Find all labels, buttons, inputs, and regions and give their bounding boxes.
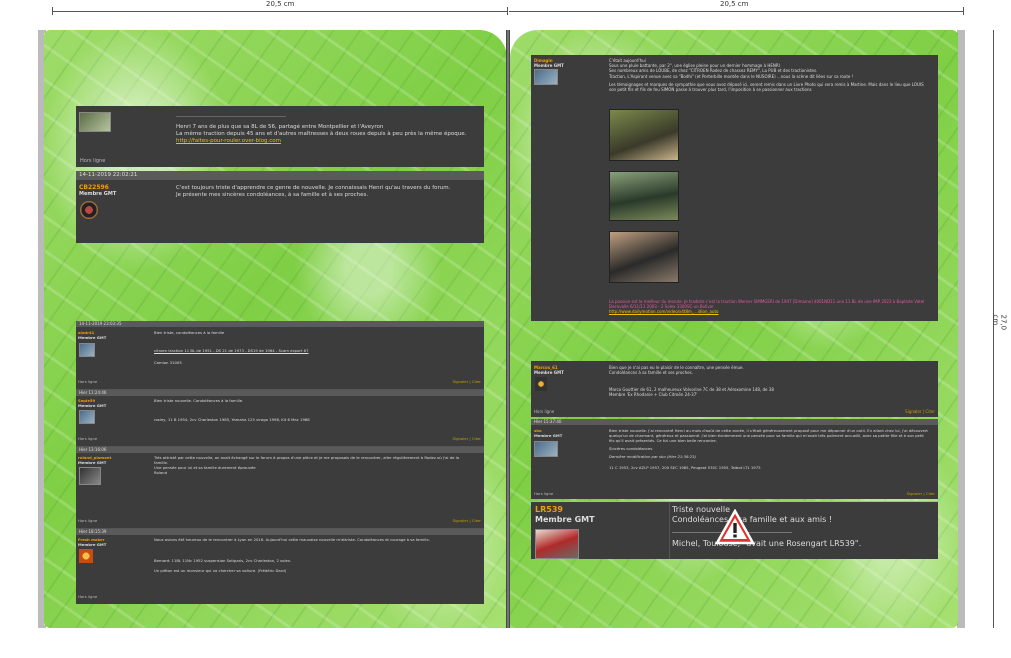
dimension-tick (52, 7, 53, 15)
forum-post-dimagin: Dimagin Membre GMT C'était aujourd'hui S… (531, 55, 938, 321)
book-spine (506, 30, 510, 628)
user-rank: Membre GMT (534, 433, 563, 438)
avatar (79, 112, 111, 132)
online-status: Hors ligne (78, 594, 98, 599)
dimension-label-right: 20,5 cm (720, 0, 749, 8)
report-quote-links[interactable]: Signaler | Citer (907, 491, 935, 497)
message-line: Condoléances à sa famille et aux amis ! (672, 515, 833, 525)
message-line: La même traction depuis 45 ans et d'autr… (176, 131, 467, 138)
message-line: Triste nouvelle (672, 505, 731, 514)
message-line: Roland (154, 469, 167, 475)
avatar (79, 410, 95, 424)
signature-line: 11 C 1953, 2cv AZLP 1957, 200 SEC 1985, … (609, 464, 761, 470)
dimension-tick (507, 7, 508, 15)
dimension-line-right (509, 11, 963, 12)
avatar (80, 201, 98, 219)
post-message: C'est toujours triste d'apprendre ce gen… (176, 185, 476, 199)
user-rank: Membre GMT (534, 370, 564, 375)
post-footer: La passion est le meilleur du monde. Je … (609, 299, 929, 315)
report-quote-links[interactable]: Signaler | Citer (453, 436, 481, 442)
forum-post-marcos: Marcos_61 Membre GMT Bien que je n'ai pa… (531, 361, 938, 417)
forum-post-sbo: Hier 15:37:40 sbo Membre GMT Bien triste… (531, 419, 938, 499)
message-divider (176, 116, 286, 117)
post-message: Henri 7 ans de plus que sa 8L de 56, par… (176, 124, 476, 145)
report-quote-links[interactable]: Signaler | Citer (453, 379, 481, 385)
right-page: Dimagin Membre GMT C'était aujourd'hui S… (510, 30, 958, 628)
message-line: Michel, Toulouse, "avait une Rosengart L… (672, 538, 862, 548)
photo-funeral-car-2 (609, 171, 679, 221)
post-signature: Camion 3100S (154, 360, 182, 365)
post-message: Bien triste nouvelle. Condoléances à la … (154, 398, 244, 403)
user-rank: Membre GMT (535, 515, 595, 524)
message-line: Bien triste nouvelle. J'ai rencontré Hen… (609, 428, 928, 443)
forum-post-top: Henri 7 ans de plus que sa 8L de 56, par… (76, 106, 484, 167)
post-date: 14-11-2019 22:02:21 (76, 171, 484, 180)
online-status: Hors ligne (78, 518, 98, 523)
report-quote-links[interactable]: Signaler | Citer (905, 409, 935, 414)
post-signature: Marco Gouttier de 61, 2 malheureux Volvo… (609, 387, 929, 397)
post-divider (669, 502, 670, 559)
avatar (79, 343, 95, 357)
post-signature: citroen traction 11 BL de 1951 - DS 21 d… (154, 348, 309, 353)
user-rank: Membre GMT (78, 403, 107, 408)
dimension-label-left: 20,5 cm (266, 0, 295, 8)
user-rank: Membre GMT (79, 191, 117, 197)
left-page: Henri 7 ans de plus que sa 8L de 56, par… (44, 30, 507, 628)
online-status: Hors ligne (534, 491, 554, 496)
post-message: C'était aujourd'hui Sous une pluie batta… (609, 58, 929, 92)
online-status: Hors ligne (80, 158, 106, 164)
avatar (534, 69, 558, 85)
avatar (79, 549, 93, 563)
user-rank: Membre GMT (78, 335, 107, 340)
thread-post: aladr41 Membre GMT Bien triste, condoléa… (76, 327, 484, 390)
signature-line: La passion est le meilleur du monde. Je … (609, 299, 925, 310)
forum-thread: 14-11-2019 23:03:35 aladr41 Membre GMT B… (76, 321, 484, 604)
dimension-label-height: 27,0 cm (991, 314, 1008, 331)
user-rank: Membre GMT (78, 460, 107, 465)
blog-link[interactable]: http://faites-pour-rouler.over-blog.com (176, 138, 476, 145)
avatar (534, 441, 558, 457)
post-message: Très attristé par cette nouvelle, on ava… (154, 455, 474, 476)
signature-line: Membre 'Ex Rhodanie + Club Citroën 24-37… (609, 392, 698, 398)
dimension-tick (963, 7, 964, 15)
username[interactable]: LR539 (535, 505, 563, 515)
message-line: Sincères condoléances (609, 445, 653, 451)
online-status: Hors ligne (534, 409, 555, 414)
avatar (535, 377, 547, 391)
post-message: Bien que je n'ai pas eu le plaisir de le… (609, 365, 929, 375)
thread-post: roland_plamont Membre GMT Très attristé … (76, 453, 484, 529)
post-signature: Un piéton est un monsieur qui va cherche… (154, 568, 287, 573)
avatar (79, 467, 101, 485)
post-message: Nous avions été heureux de le rencontrer… (154, 537, 430, 542)
online-status: Hors ligne (78, 379, 98, 384)
photo-funeral-car-3 (609, 231, 679, 283)
post-message: Bien triste nouvelle. J'ai rencontré Hen… (609, 428, 929, 471)
photo-funeral-car-1 (609, 109, 679, 161)
message-line: Condoléances à sa famille et ses proches… (609, 370, 693, 376)
post-signature: Bernard: 11BL 11Nc 1952 suspension Sotip… (154, 558, 292, 563)
warning-icon (715, 509, 755, 545)
forum-post-cb22596: 14-11-2019 22:02:21 CB22596 Membre GMT C… (76, 171, 484, 243)
online-status: Hors ligne (78, 436, 98, 441)
thread-post: Fresh maker Membre GMT Nous avions été h… (76, 535, 484, 605)
report-quote-links[interactable]: Signaler | Citer (453, 518, 481, 524)
post-date: Hier 15:37:40 (531, 419, 938, 425)
book-edge-right (957, 30, 965, 628)
dimension-line-left (52, 11, 507, 12)
post-signature: rosley, 11 B 1954, 2cv Charleston 1985, … (154, 417, 310, 422)
thread-post: Sepie59 Membre GMT Bien triste nouvelle.… (76, 396, 484, 447)
post-message: Triste nouvelle Condoléances à sa famill… (672, 505, 934, 549)
user-rank: Membre GMT (534, 63, 564, 68)
avatar (535, 529, 579, 559)
message-line: Les témoignages et marques de sympathie … (609, 81, 924, 92)
message-line: Traction, L'Aspirant venue avec sa "Bodh… (609, 73, 854, 79)
message-line: Dernière modification par sbo (Hier 21:3… (609, 453, 697, 459)
video-link[interactable]: http://www.dailymotion.com/video/x4t8m_.… (609, 309, 929, 314)
message-line: Je présente mes sincères condoléances, à… (176, 192, 369, 199)
user-rank: Membre GMT (78, 542, 107, 547)
post-message: Bien triste, condoléances à la famille (154, 330, 225, 335)
